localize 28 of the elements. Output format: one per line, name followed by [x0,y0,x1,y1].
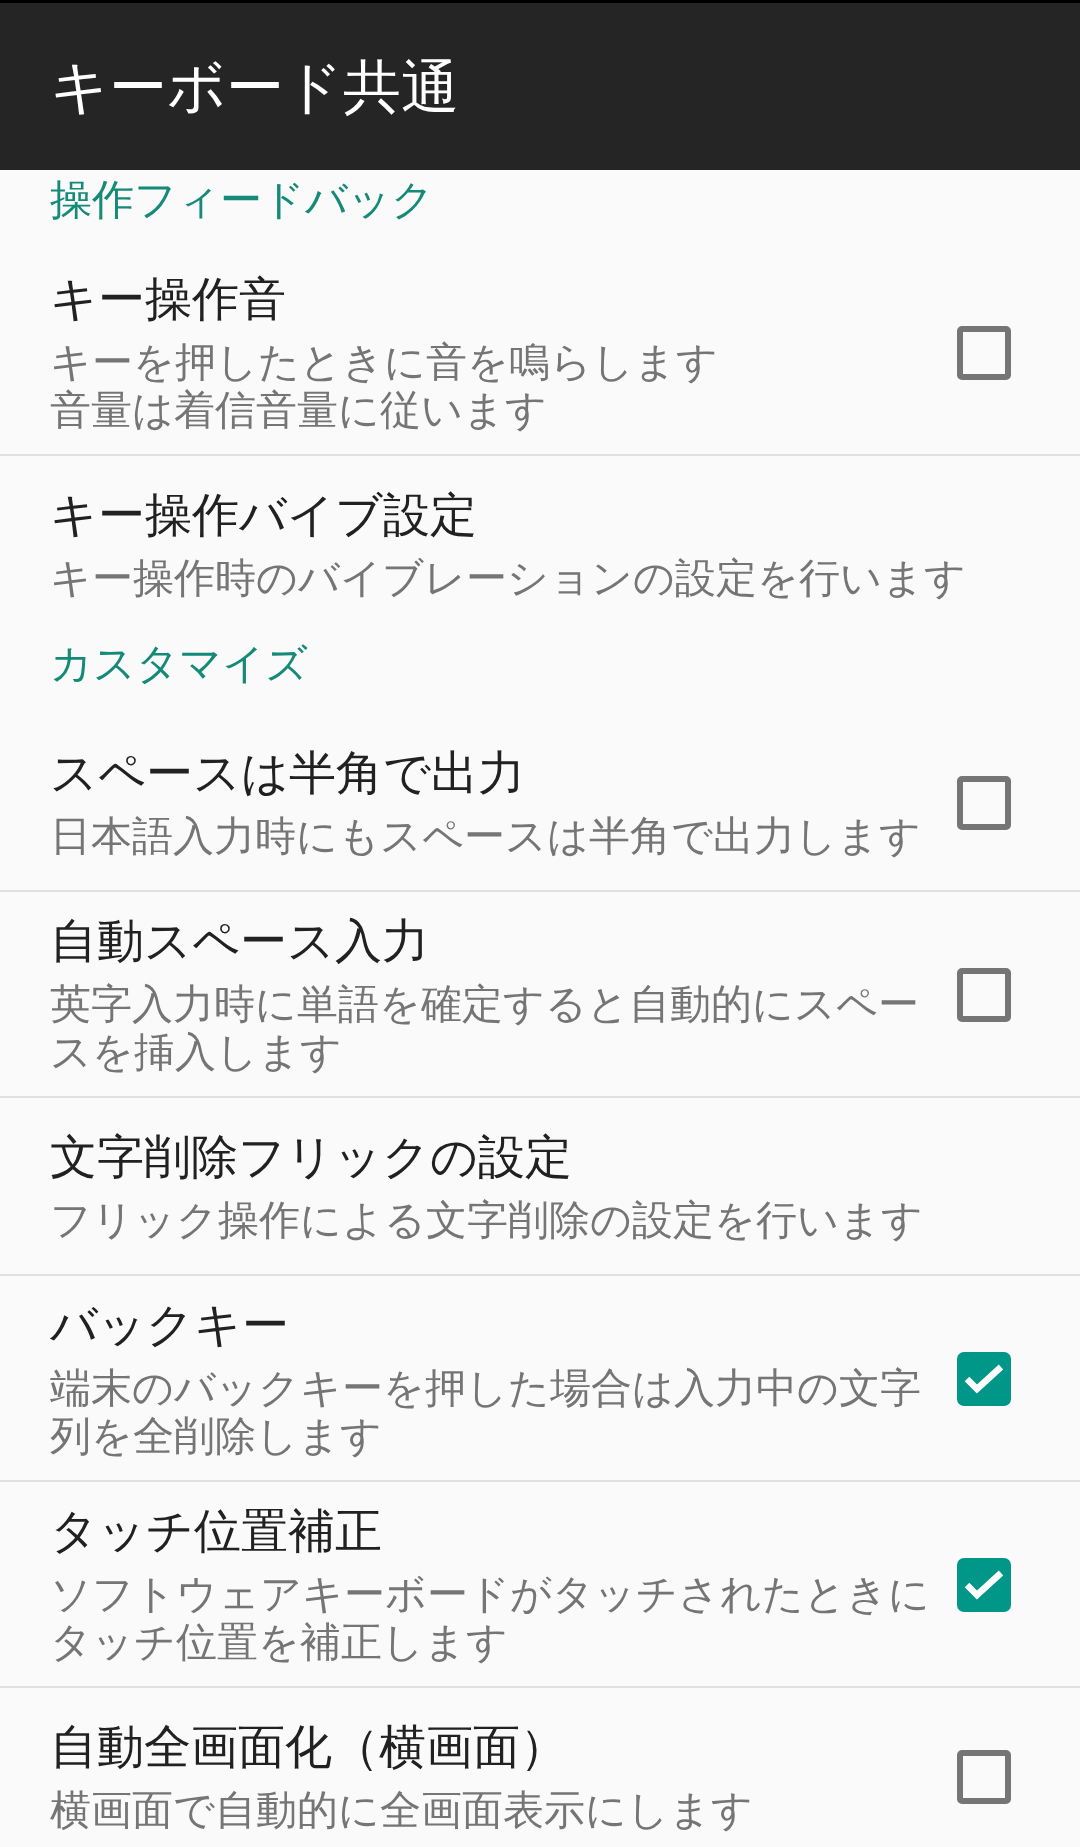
screen-title: キーボード共通 [50,51,459,122]
checkbox[interactable] [957,776,1011,830]
setting-description: キーを押したときに音を鳴らします [50,338,718,386]
setting-description: 英字入力時に単語を確定すると自動的にスペースを挿入します [50,980,920,1076]
checkbox[interactable] [957,968,1011,1022]
setting-title: キー操作音 [50,272,286,326]
checkbox[interactable] [957,326,1011,380]
setting-title: タッチ位置補正 [50,1504,382,1558]
setting-description: 日本語入力時にもスペースは半角で出力します [50,812,921,860]
checkmark-icon [964,1570,1004,1600]
checkbox[interactable] [957,1558,1011,1612]
section-header: 操作フィードバック [50,178,434,222]
checkbox[interactable] [957,1750,1011,1804]
setting-description: ソフトウェアキーボードがタッチされたときにタッチ位置を補正します [50,1570,931,1666]
checkmark-icon [964,1364,1004,1394]
setting-description: 横画面で自動的に全画面表示にします [50,1786,753,1834]
setting-description: 端末のバックキーを押した場合は入力中の文字列を全削除します [50,1364,922,1460]
checkbox[interactable] [957,1352,1011,1406]
setting-description: 音量は着信音量に従います [50,386,547,434]
setting-title: 文字削除フリックの設定 [50,1130,572,1184]
setting-title: キー操作バイブ設定 [50,488,477,542]
setting-title: スペースは半角で出力 [50,746,525,800]
setting-title: 自動スペース入力 [50,914,429,968]
setting-title: 自動全画面化（横画面） [50,1720,567,1774]
section-header: カスタマイズ [50,642,308,686]
setting-description: キー操作時のバイブレーションの設定を行います [50,554,966,602]
setting-title: バックキー [50,1298,289,1352]
setting-description: フリック操作による文字削除の設定を行います [50,1196,923,1244]
